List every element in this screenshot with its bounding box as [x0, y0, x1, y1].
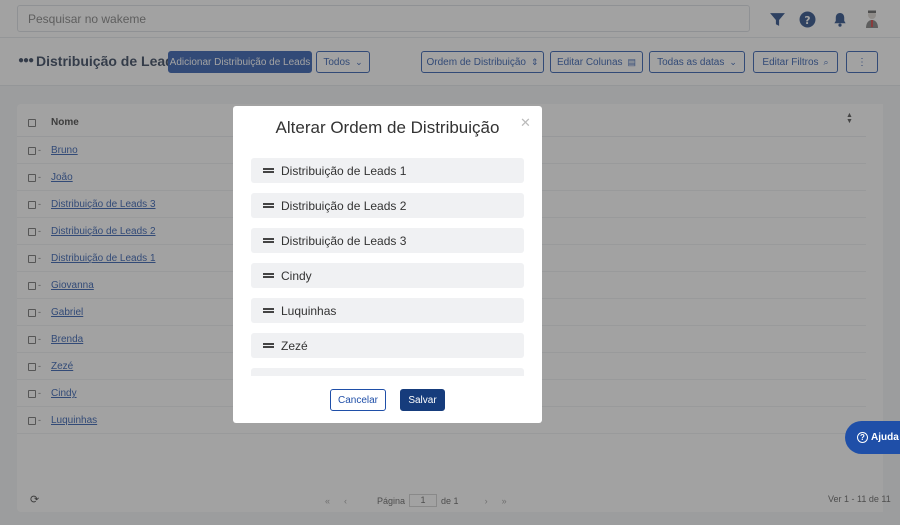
save-button[interactable]: Salvar	[400, 389, 445, 411]
order-list-item[interactable]: Gabriel	[251, 368, 524, 376]
drag-handle-icon[interactable]	[263, 168, 274, 173]
cancel-button[interactable]: Cancelar	[330, 389, 386, 411]
order-item-label: Distribuição de Leads 3	[281, 233, 407, 248]
order-list-item[interactable]: Luquinhas	[251, 298, 524, 323]
drag-handle-icon[interactable]	[263, 273, 274, 278]
drag-handle-icon[interactable]	[263, 343, 274, 348]
order-list-item[interactable]: Cindy	[251, 263, 524, 288]
help-button[interactable]: ? Ajuda	[845, 421, 900, 454]
order-list-item[interactable]: Zezé	[251, 333, 524, 358]
close-icon[interactable]: ✕	[520, 115, 531, 131]
order-item-label: Luquinhas	[281, 303, 337, 318]
order-list-item[interactable]: Distribuição de Leads 1	[251, 158, 524, 183]
order-list-item[interactable]: Distribuição de Leads 3	[251, 228, 524, 253]
help-label: Ajuda	[871, 432, 899, 443]
order-item-label: Cindy	[281, 268, 312, 283]
drag-handle-icon[interactable]	[263, 203, 274, 208]
order-modal: Alterar Ordem de Distribuição ✕ Distribu…	[233, 106, 542, 423]
order-list-item[interactable]: Distribuição de Leads 2	[251, 193, 524, 218]
drag-handle-icon[interactable]	[263, 308, 274, 313]
order-item-label: Zezé	[281, 338, 308, 353]
order-item-label: Distribuição de Leads 2	[281, 198, 407, 213]
question-icon: ?	[857, 432, 868, 443]
modal-title: Alterar Ordem de Distribuição	[275, 118, 500, 137]
order-item-label: Distribuição de Leads 1	[281, 163, 407, 178]
order-item-label: Gabriel	[281, 374, 320, 377]
drag-handle-icon[interactable]	[263, 238, 274, 243]
order-list[interactable]: Distribuição de Leads 1 Distribuição de L…	[251, 158, 524, 376]
